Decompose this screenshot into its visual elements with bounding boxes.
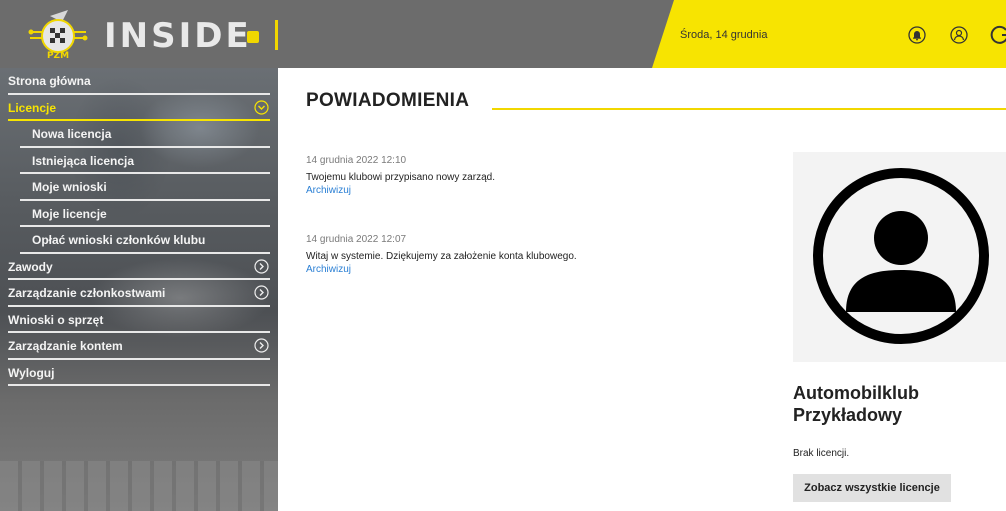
chevron-right-icon[interactable]: [254, 285, 269, 300]
chevron-right-icon[interactable]: [254, 338, 269, 353]
sidebar-item-label: Wyloguj: [8, 365, 55, 380]
notification-item: 14 grudnia 2022 12:07 Witaj w systemie. …: [306, 234, 726, 275]
sidebar-nav: Strona główna Licencje Nowa licencja Ist…: [0, 68, 278, 386]
sidebar-item-moje-wnioski[interactable]: Moje wnioski: [0, 174, 278, 201]
sidebar-item-licencje[interactable]: Licencje: [0, 95, 278, 121]
notification-message: Twojemu klubowi przypisano nowy zarząd.: [306, 172, 495, 183]
sidebar: Strona główna Licencje Nowa licencja Ist…: [0, 68, 278, 511]
sidebar-item-label: Licencje: [8, 100, 57, 115]
refresh-icon[interactable]: [988, 24, 1006, 46]
avatar-placeholder-icon: [813, 168, 989, 344]
sidebar-item-strona-glowna[interactable]: Strona główna: [0, 68, 278, 95]
sidebar-item-label: Istniejąca licencja: [32, 153, 135, 168]
brand-dot: [247, 31, 259, 43]
chevron-down-icon[interactable]: [254, 99, 269, 115]
notification-timestamp: 14 grudnia 2022 12:10: [306, 155, 407, 166]
sidebar-item-label: Wnioski o sprzęt: [8, 312, 104, 327]
user-circle-icon[interactable]: [950, 26, 968, 44]
sidebar-item-zawody[interactable]: Zawody: [0, 254, 278, 280]
archive-link[interactable]: Archiwizuj: [306, 264, 726, 275]
view-all-licenses-button[interactable]: Zobacz wszystkie licencje: [793, 474, 951, 502]
brand-divider: [275, 20, 278, 50]
sidebar-item-label: Zarządzanie kontem: [8, 339, 123, 354]
archive-link[interactable]: Archiwizuj: [306, 185, 726, 196]
sidebar-item-moje-licencje[interactable]: Moje licencje: [0, 201, 278, 227]
title-underline: [492, 108, 1006, 110]
sidebar-item-wyloguj[interactable]: Wyloguj: [0, 360, 278, 386]
chevron-right-icon[interactable]: [254, 258, 269, 274]
sidebar-item-label: Moje licencje: [32, 206, 107, 221]
pzm-logo[interactable]: PZM: [28, 6, 88, 62]
sidebar-item-label: Zarządzanie członkostwami: [8, 286, 166, 301]
sidebar-item-zarzadzanie-kontem[interactable]: Zarządzanie kontem: [0, 333, 278, 360]
bell-icon[interactable]: [908, 26, 926, 44]
sidebar-item-wnioski-o-sprzet[interactable]: Wnioski o sprzęt: [0, 307, 278, 333]
top-header: PZM INSIDE Środa, 14 grudnia: [0, 0, 1006, 68]
sidebar-background-bricks: [0, 461, 278, 511]
club-name: Automobilklub Przykładowy: [793, 383, 919, 425]
header-date: Środa, 14 grudnia: [680, 29, 768, 41]
sidebar-item-label: Zawody: [8, 259, 53, 274]
notification-item: 14 grudnia 2022 12:10 Twojemu klubowi pr…: [306, 155, 726, 196]
sidebar-item-label: Nowa licencja: [32, 127, 112, 142]
brand-name: INSIDE: [104, 16, 252, 56]
logo-text: PZM: [47, 51, 69, 61]
sidebar-item-istniejaca-licencja[interactable]: Istniejąca licencja: [0, 148, 278, 174]
sidebar-item-nowa-licencja[interactable]: Nowa licencja: [0, 121, 278, 148]
sidebar-item-label: Strona główna: [8, 74, 91, 89]
notification-timestamp: 14 grudnia 2022 12:07: [306, 234, 407, 245]
sidebar-item-label: Moje wnioski: [32, 180, 107, 195]
notification-message: Witaj w systemie. Dziękujemy za założeni…: [306, 251, 577, 262]
sidebar-item-oplac-wnioski[interactable]: Opłać wnioski członków klubu: [0, 227, 278, 254]
sidebar-item-zarzadzanie-czlonkostwami[interactable]: Zarządzanie członkostwami: [0, 280, 278, 307]
sidebar-item-label: Opłać wnioski członków klubu: [32, 233, 206, 248]
page-title: POWIADOMIENIA: [306, 90, 470, 111]
club-avatar: [793, 152, 1006, 362]
license-status: Brak licencji.: [793, 448, 850, 459]
